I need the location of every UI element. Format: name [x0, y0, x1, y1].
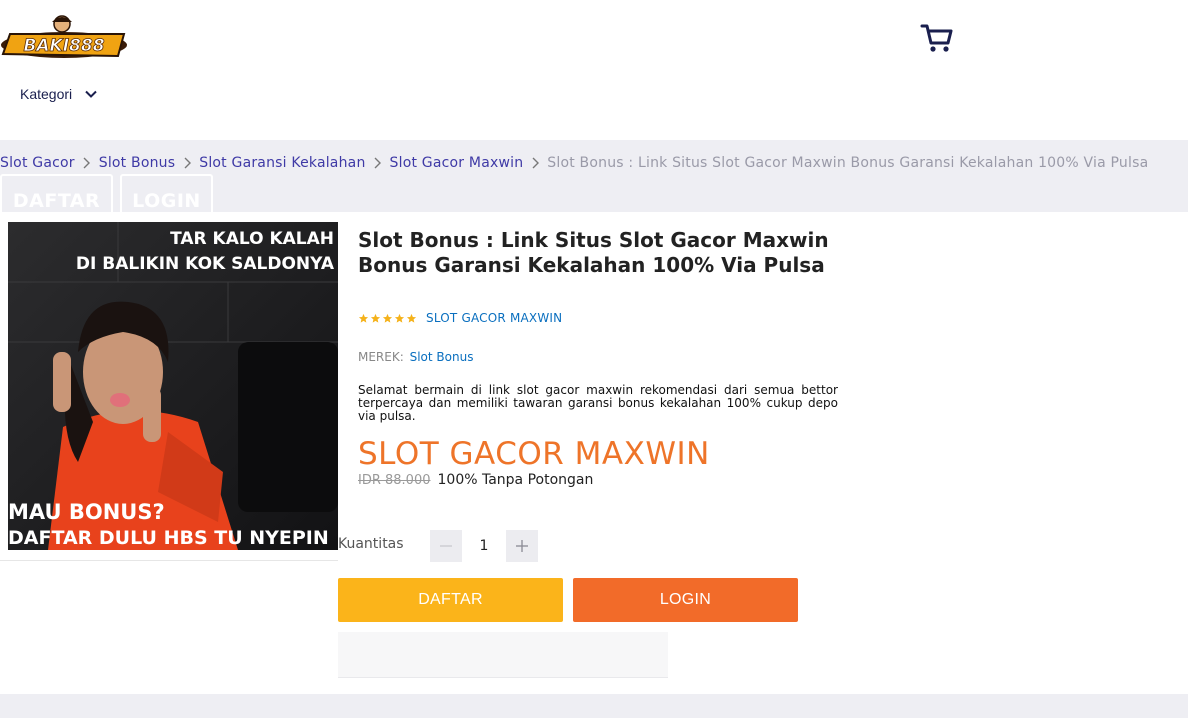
product-banner-image[interactable]: TAR KALO KALAH DI BALIKIN KOK SALDONYA M… [8, 222, 338, 550]
daftar-ghost-button[interactable]: DAFTAR [0, 174, 113, 214]
quantity-stepper: 1 [430, 530, 538, 562]
kategori-dropdown[interactable]: Kategori [20, 86, 98, 102]
old-price: IDR 88.000 [358, 472, 431, 488]
price-row: IDR 88.000 100% Tanpa Potongan [358, 472, 593, 488]
site-logo[interactable]: BAKI888 [0, 14, 128, 60]
cart-icon[interactable] [920, 22, 954, 54]
kategori-label: Kategori [20, 86, 73, 102]
brand-label: MEREK: [358, 350, 404, 364]
brand-row: MEREK: Slot Bonus [358, 350, 473, 364]
brand-link[interactable]: Slot Bonus [410, 350, 474, 364]
banner-top-line1: TAR KALO KALAH [170, 229, 334, 249]
breadcrumb: Slot Gacor Slot Bonus Slot Garansi Kekal… [0, 155, 1148, 171]
chevron-right-icon [523, 157, 547, 169]
quantity-value[interactable]: 1 [462, 538, 506, 554]
star-icon [394, 313, 405, 323]
quantity-increase-button[interactable] [506, 530, 538, 562]
discount-note: 100% Tanpa Potongan [437, 472, 594, 488]
daftar-button[interactable]: DAFTAR [338, 578, 563, 622]
star-icon [382, 313, 393, 323]
chevron-right-icon [366, 157, 390, 169]
product-price: SLOT GACOR MAXWIN [358, 436, 710, 472]
breadcrumb-item-slot-garansi[interactable]: Slot Garansi Kekalahan [199, 155, 365, 171]
quantity-decrease-button[interactable] [430, 530, 462, 562]
site-header: BAKI888 Kategori [0, 0, 1188, 140]
logo-text: BAKI888 [23, 36, 104, 56]
breadcrumb-item-slot-bonus[interactable]: Slot Bonus [99, 155, 176, 171]
login-ghost-button[interactable]: LOGIN [120, 174, 213, 214]
star-icon [358, 313, 369, 323]
star-icon [370, 313, 381, 323]
chevron-right-icon [175, 157, 199, 169]
quantity-label: Kuantitas [338, 536, 404, 552]
login-button[interactable]: LOGIN [573, 578, 798, 622]
breadcrumb-current: Slot Bonus : Link Situs Slot Gacor Maxwi… [547, 155, 1149, 171]
banner-bottom-line1: MAU BONUS? [8, 500, 165, 524]
product-title: Slot Bonus : Link Situs Slot Gacor Maxwi… [358, 228, 829, 277]
plus-icon [516, 540, 528, 552]
rating-link[interactable]: SLOT GACOR MAXWIN [426, 311, 562, 325]
chevron-down-icon [85, 90, 97, 98]
breadcrumb-item-slot-gacor[interactable]: Slot Gacor [0, 155, 75, 171]
info-placeholder-box [338, 632, 668, 678]
star-icon [406, 313, 417, 323]
footer-band [0, 694, 1188, 718]
banner-top-line2: DI BALIKIN KOK SALDONYA [76, 254, 335, 274]
rating-row: SLOT GACOR MAXWIN [358, 311, 562, 325]
product-description: Selamat bermain di link slot gacor maxwi… [358, 383, 838, 423]
star-rating [358, 313, 417, 324]
chevron-right-icon [75, 157, 99, 169]
minus-icon [440, 545, 452, 547]
breadcrumb-item-slot-gacor-maxwin[interactable]: Slot Gacor Maxwin [390, 155, 524, 171]
banner-bottom-line2: DAFTAR DULU HBS TU NYEPIN [8, 527, 329, 549]
image-divider [0, 560, 338, 561]
